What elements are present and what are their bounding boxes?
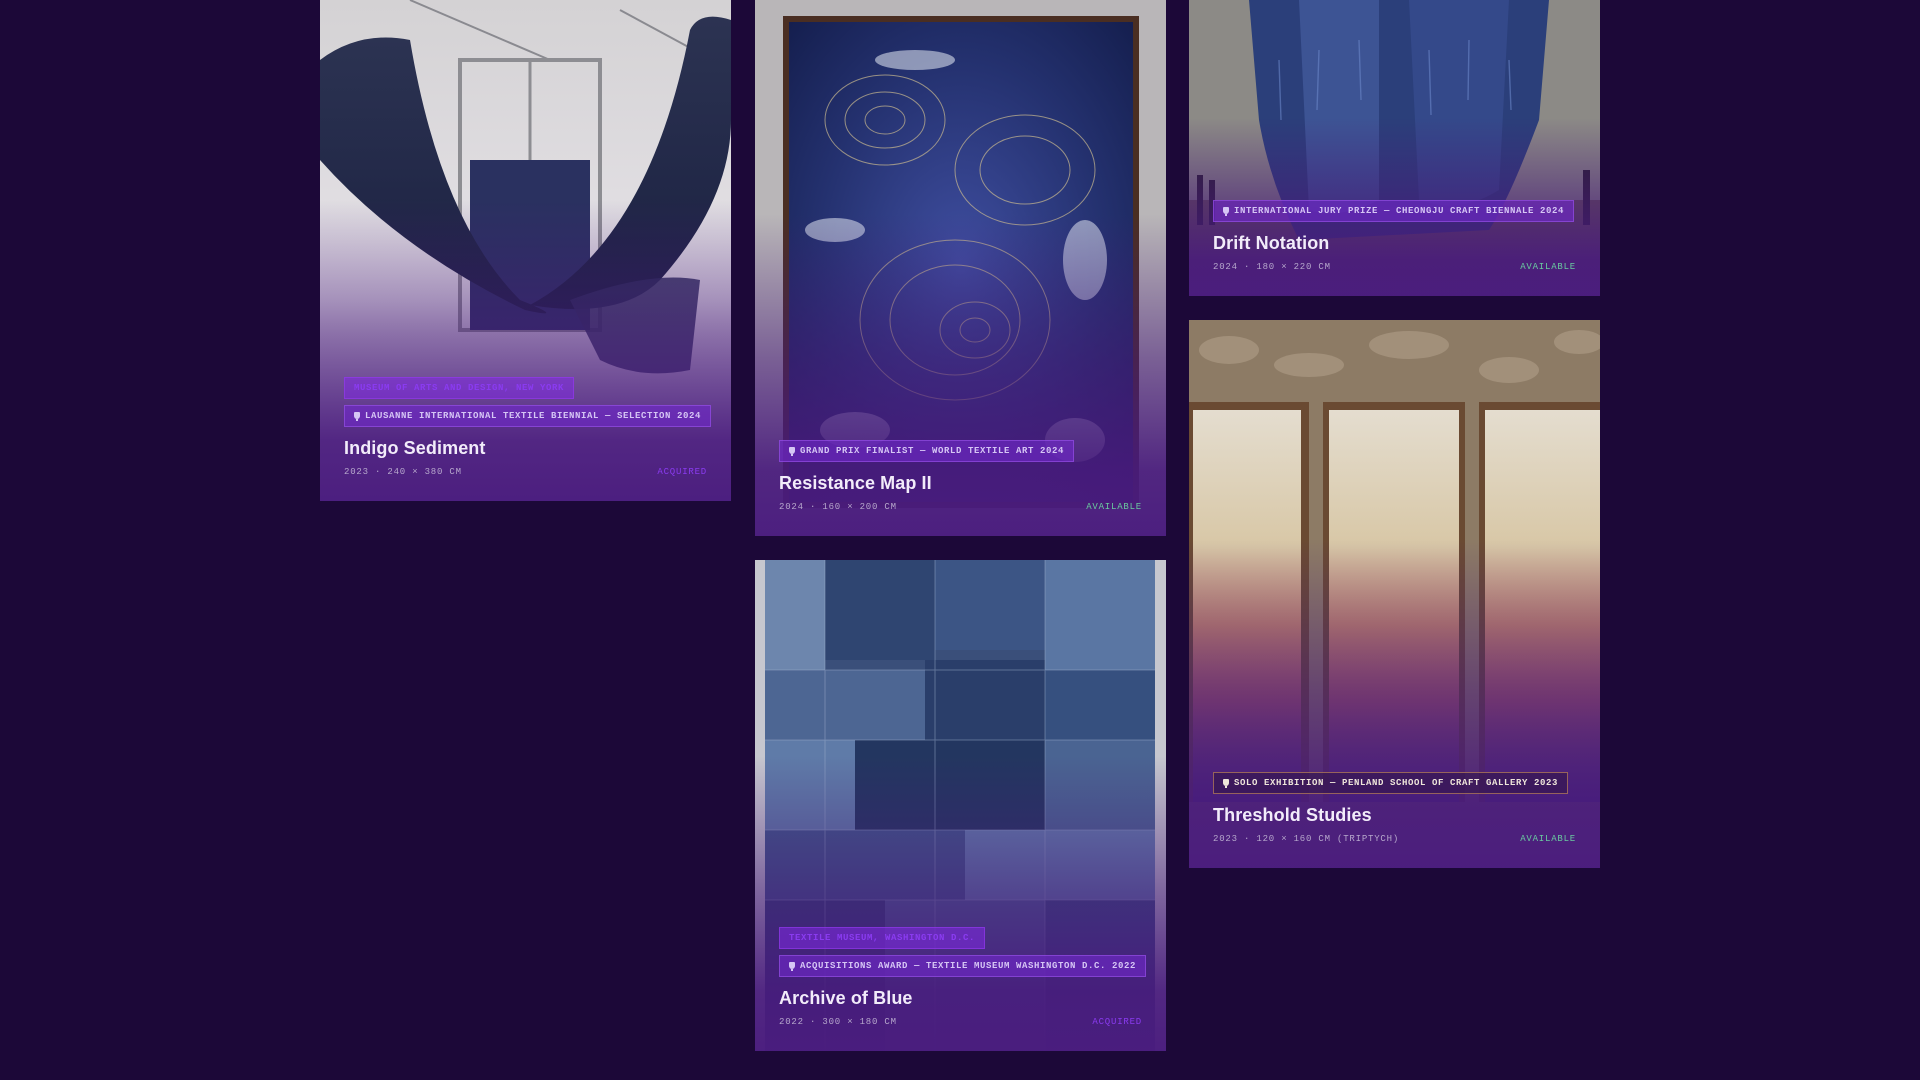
- work-meta: 2023 · 240 × 380 CM: [344, 467, 462, 477]
- work-card-drift-notation[interactable]: INTERNATIONAL JURY PRIZE — CHEONGJU CRAF…: [1189, 0, 1600, 296]
- award-badge: SOLO EXHIBITION — PENLAND SCHOOL OF CRAF…: [1213, 772, 1569, 794]
- work-title: Resistance Map II: [779, 473, 932, 493]
- venue-badge: MUSEUM OF ARTS AND DESIGN, NEW YORK: [344, 377, 575, 399]
- award-badge: GRAND PRIX FINALIST — WORLD TEXTILE ART …: [779, 440, 1075, 462]
- status-badge: AVAILABLE: [1520, 834, 1576, 844]
- work-info: GRAND PRIX FINALIST — WORLD TEXTILE ART …: [779, 434, 1142, 512]
- work-title: Indigo Sediment: [344, 438, 486, 458]
- status-badge: AVAILABLE: [1520, 262, 1576, 272]
- award-badge: LAUSANNE INTERNATIONAL TEXTILE BIENNIAL …: [344, 405, 712, 427]
- status-badge: ACQUIRED: [657, 467, 707, 477]
- work-info: SOLO EXHIBITION — PENLAND SCHOOL OF CRAF…: [1213, 766, 1576, 844]
- work-title: Archive of Blue: [779, 988, 913, 1008]
- award-badge: INTERNATIONAL JURY PRIZE — CHEONGJU CRAF…: [1213, 200, 1575, 222]
- trophy-icon: [789, 962, 795, 971]
- award-badge: ACQUISITIONS AWARD — TEXTILE MUSEUM WASH…: [779, 955, 1147, 977]
- work-meta: 2022 · 300 × 180 CM: [779, 1017, 897, 1027]
- work-info: MUSEUM OF ARTS AND DESIGN, NEW YORK LAUS…: [344, 371, 712, 477]
- work-card-resistance-map-ii[interactable]: GRAND PRIX FINALIST — WORLD TEXTILE ART …: [755, 0, 1166, 536]
- work-meta: 2024 · 160 × 200 CM: [779, 502, 897, 512]
- trophy-icon: [1223, 779, 1229, 788]
- trophy-icon: [1223, 207, 1229, 216]
- work-title: Drift Notation: [1213, 233, 1330, 253]
- work-meta-row: 2022 · 300 × 180 CM ACQUIRED: [779, 1017, 1142, 1027]
- award-text: SOLO EXHIBITION — PENLAND SCHOOL OF CRAF…: [1234, 778, 1559, 788]
- trophy-icon: [354, 412, 360, 421]
- work-card-threshold-studies[interactable]: SOLO EXHIBITION — PENLAND SCHOOL OF CRAF…: [1189, 320, 1600, 868]
- work-info: TEXTILE MUSEUM, WASHINGTON D.C. ACQUISIT…: [779, 921, 1147, 1027]
- award-text: LAUSANNE INTERNATIONAL TEXTILE BIENNIAL …: [365, 411, 702, 421]
- status-badge: ACQUIRED: [1092, 1017, 1142, 1027]
- status-badge: AVAILABLE: [1086, 502, 1142, 512]
- award-text: ACQUISITIONS AWARD — TEXTILE MUSEUM WASH…: [800, 961, 1137, 971]
- work-meta-row: 2023 · 120 × 160 CM (TRIPTYCH) AVAILABLE: [1213, 834, 1576, 844]
- portfolio-grid: MUSEUM OF ARTS AND DESIGN, NEW YORK LAUS…: [0, 0, 1920, 1080]
- trophy-icon: [789, 447, 795, 456]
- work-meta-row: 2024 · 160 × 200 CM AVAILABLE: [779, 502, 1142, 512]
- work-title: Threshold Studies: [1213, 805, 1372, 825]
- award-text: INTERNATIONAL JURY PRIZE — CHEONGJU CRAF…: [1234, 206, 1565, 216]
- venue-badge: TEXTILE MUSEUM, WASHINGTON D.C.: [779, 927, 986, 949]
- work-card-archive-of-blue[interactable]: TEXTILE MUSEUM, WASHINGTON D.C. ACQUISIT…: [755, 560, 1166, 1051]
- work-meta-row: 2024 · 180 × 220 CM AVAILABLE: [1213, 262, 1576, 272]
- work-info: INTERNATIONAL JURY PRIZE — CHEONGJU CRAF…: [1213, 194, 1576, 272]
- work-meta-row: 2023 · 240 × 380 CM ACQUIRED: [344, 467, 707, 477]
- work-card-indigo-sediment[interactable]: MUSEUM OF ARTS AND DESIGN, NEW YORK LAUS…: [320, 0, 731, 501]
- award-text: GRAND PRIX FINALIST — WORLD TEXTILE ART …: [800, 446, 1065, 456]
- work-meta: 2023 · 120 × 160 CM (TRIPTYCH): [1213, 834, 1400, 844]
- work-meta: 2024 · 180 × 220 CM: [1213, 262, 1331, 272]
